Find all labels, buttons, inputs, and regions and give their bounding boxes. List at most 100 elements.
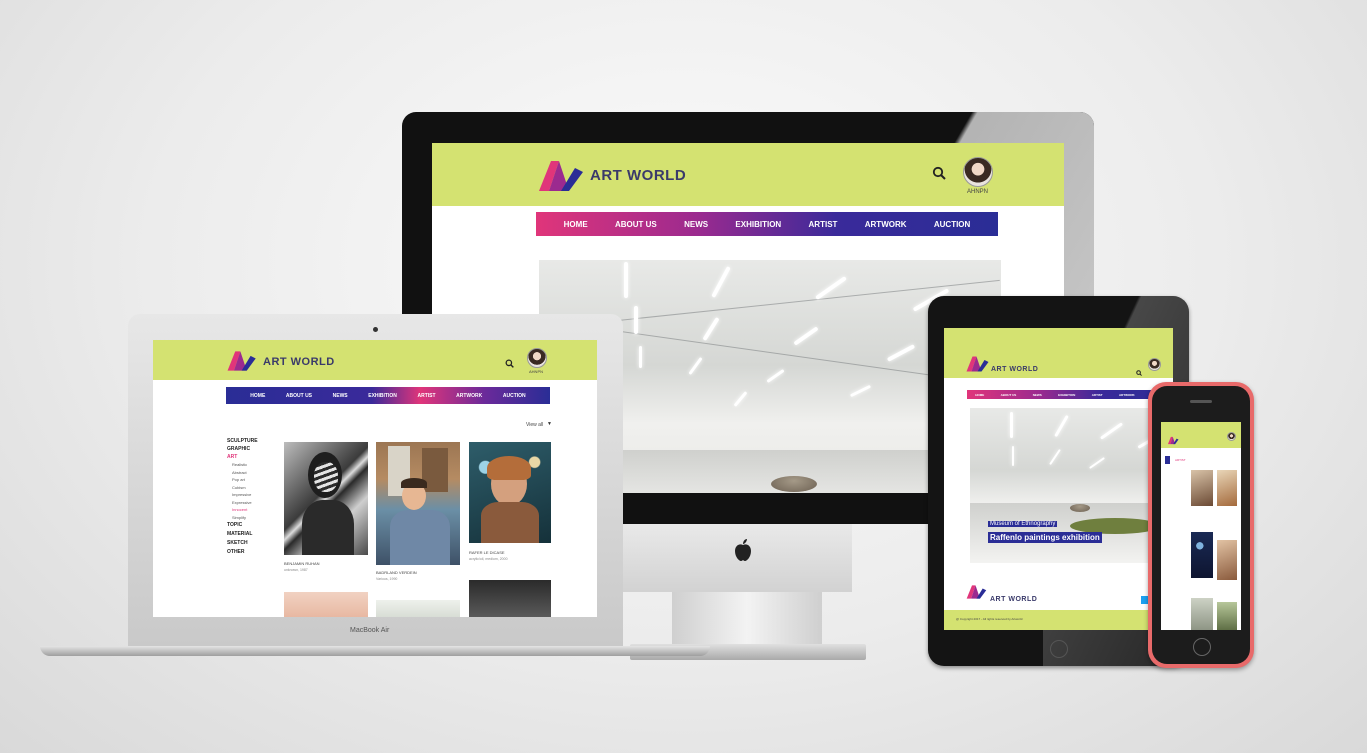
laptop-nav: HOME ABOUT US NEWS EXHIBITION ARTIST ART… [226, 387, 550, 404]
artwork-image[interactable] [284, 442, 368, 555]
tablet-avatar[interactable] [1148, 358, 1161, 371]
laptop-logo-icon[interactable] [225, 349, 257, 378]
artwork-meta: unknown, 1987 [284, 568, 308, 572]
laptop-screen: ART WORLD AHNPN HOME ABOUT US NEWS EXHIB… [153, 340, 597, 617]
tablet-header: ART WORLD [944, 328, 1173, 378]
nav-auction[interactable]: AUCTION [934, 220, 970, 229]
laptop-base [40, 646, 710, 656]
laptop-nav-home[interactable]: HOME [250, 393, 265, 399]
laptop-nav-news[interactable]: NEWS [333, 393, 348, 399]
phone-artwork[interactable] [1217, 470, 1237, 506]
artwork-image[interactable] [469, 580, 551, 617]
tablet-footer-logo-icon [964, 584, 988, 605]
search-icon[interactable] [932, 166, 946, 185]
laptop-nav-auction[interactable]: AUCTION [503, 393, 526, 399]
view-all-dropdown[interactable]: View all [526, 422, 543, 428]
laptop-nav-artist[interactable]: ARTIST [417, 393, 435, 399]
phone-device: ARTIST [1148, 382, 1254, 668]
artwork-meta: Various, 1990 [376, 577, 398, 581]
artwork-image[interactable] [469, 442, 551, 543]
tablet-tag[interactable]: Museum of Ethnography [988, 521, 1058, 527]
category-item-active[interactable]: ART [227, 453, 277, 461]
nav-home[interactable]: HOME [564, 220, 588, 229]
artwork-image[interactable] [284, 592, 368, 617]
category-sidebar: SCULPTURE GRAPHIC ART Realistic Abstract… [227, 437, 277, 557]
tablet-nav-home[interactable]: HOME [975, 393, 984, 397]
tablet-logo-icon[interactable] [964, 355, 990, 378]
laptop-search-icon[interactable] [505, 355, 514, 373]
category-item[interactable]: TOPIC [227, 521, 277, 530]
tablet-nav-about[interactable]: ABOUT US [1001, 393, 1017, 397]
phone-avatar[interactable] [1227, 432, 1236, 441]
phone-artwork[interactable] [1191, 598, 1213, 630]
nav-exhibition[interactable]: EXHIBITION [735, 220, 781, 229]
tablet-nav-artist[interactable]: ARTIST [1092, 393, 1103, 397]
tablet-search-icon[interactable] [1136, 363, 1142, 381]
tablet-screen: ART WORLD HOME ABOUT US NEWS EXHIBITION … [944, 328, 1173, 630]
subcategory-item[interactable]: Cubism [227, 484, 277, 492]
tablet-footer-brand: ART WORLD [990, 596, 1038, 603]
phone-section-label[interactable]: ARTIST [1175, 458, 1186, 462]
phone-home-button[interactable] [1193, 638, 1211, 656]
artwork-image[interactable] [376, 600, 460, 617]
laptop-user[interactable]: AHNPN [529, 369, 543, 374]
brand-name[interactable]: ART WORLD [590, 167, 686, 184]
laptop-avatar[interactable] [527, 348, 547, 368]
category-item[interactable]: SCULPTURE [227, 437, 277, 445]
tablet-headline[interactable]: Raffenlo paintings exhibition [988, 532, 1102, 543]
monitor-chin [622, 524, 852, 592]
tablet-nav-artwork[interactable]: ARTWORK [1119, 393, 1135, 397]
user-name[interactable]: AHNPN [967, 189, 988, 195]
subcategory-item[interactable]: Simplify [227, 514, 277, 522]
tablet-copyright: @ Copyright 2017 - All rights reserved b… [956, 617, 1023, 621]
phone-speaker [1190, 400, 1212, 403]
main-nav: HOME ABOUT US NEWS EXHIBITION ARTIST ART… [536, 212, 998, 236]
tablet-nav: HOME ABOUT US NEWS EXHIBITION ARTIST ART… [967, 390, 1173, 399]
laptop-nav-exhibition[interactable]: EXHIBITION [368, 393, 397, 399]
subcategory-item[interactable]: Pop art [227, 476, 277, 484]
tablet-footer-bar: @ Copyright 2017 - All rights reserved b… [944, 610, 1173, 630]
category-item[interactable]: SKETCH [227, 539, 277, 548]
phone-artwork[interactable] [1217, 602, 1237, 630]
laptop-model-label: MacBook Air [350, 627, 390, 634]
phone-logo-icon[interactable] [1167, 432, 1179, 450]
subcategory-item[interactable]: Expressive [227, 499, 277, 507]
logo-icon[interactable] [535, 158, 585, 194]
artwork-title[interactable]: RAFER LE DICASE [469, 550, 505, 555]
tablet-home-button[interactable] [1050, 640, 1068, 658]
nav-about[interactable]: ABOUT US [615, 220, 657, 229]
phone-artwork[interactable] [1191, 470, 1213, 506]
nav-artwork[interactable]: ARTWORK [865, 220, 907, 229]
category-item[interactable]: MATERIAL [227, 530, 277, 539]
phone-side-bar [1165, 456, 1170, 464]
avatar[interactable] [963, 157, 993, 187]
artwork-meta: acrylic/oil, medium, 2000 [469, 557, 508, 561]
category-item[interactable]: OTHER [227, 548, 277, 557]
monitor-stand [672, 592, 822, 644]
artwork-image[interactable] [376, 442, 460, 565]
nav-news[interactable]: NEWS [684, 220, 708, 229]
phone-screen: ARTIST [1161, 422, 1241, 630]
tablet-nav-news[interactable]: NEWS [1033, 393, 1042, 397]
site-header: ART WORLD AHNPN [432, 143, 1064, 206]
subcategory-item[interactable]: Impressive [227, 491, 277, 499]
laptop-device: ART WORLD AHNPN HOME ABOUT US NEWS EXHIB… [128, 314, 623, 646]
phone-artwork[interactable] [1191, 532, 1213, 578]
category-item[interactable]: GRAPHIC [227, 445, 277, 453]
nav-artist[interactable]: ARTIST [809, 220, 838, 229]
tablet-hero: Museum of Ethnography Raffenlo paintings… [970, 408, 1173, 563]
dropdown-caret-icon[interactable]: ▼ [547, 421, 552, 427]
tablet-brand[interactable]: ART WORLD [991, 366, 1038, 373]
artwork-title[interactable]: BENJAMIN RUHAN [284, 561, 320, 566]
laptop-nav-artwork[interactable]: ARTWORK [456, 393, 482, 399]
laptop-brand[interactable]: ART WORLD [263, 356, 335, 368]
laptop-header: ART WORLD AHNPN [153, 340, 597, 380]
subcategory-item-active[interactable]: Innocent [227, 506, 277, 514]
artwork-title[interactable]: BADRLAND VERDEIN [376, 570, 417, 575]
laptop-nav-about[interactable]: ABOUT US [286, 393, 312, 399]
subcategory-item[interactable]: Realistic [227, 461, 277, 469]
subcategory-item[interactable]: Abstract [227, 469, 277, 477]
apple-logo-icon [733, 538, 753, 562]
tablet-nav-exhibition[interactable]: EXHIBITION [1058, 393, 1075, 397]
phone-artwork[interactable] [1217, 540, 1237, 580]
